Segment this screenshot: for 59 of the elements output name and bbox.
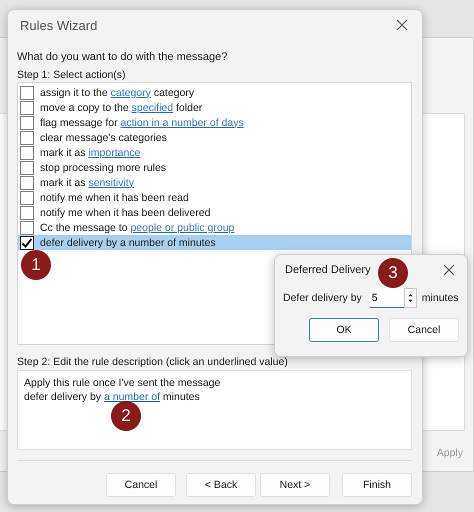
action-item[interactable]: stop processing more rules bbox=[18, 160, 411, 175]
unit-label: minutes bbox=[422, 292, 459, 304]
value-link[interactable]: action in a number of days bbox=[120, 116, 244, 128]
dialog-button[interactable]: Finish bbox=[342, 473, 412, 497]
value-link[interactable]: category bbox=[110, 86, 151, 98]
checkbox[interactable] bbox=[20, 116, 34, 130]
action-item[interactable]: Cc the message to people or public group bbox=[18, 220, 411, 235]
action-item[interactable]: flag message for action in a number of days bbox=[18, 115, 411, 130]
checkbox[interactable] bbox=[20, 220, 34, 234]
value-link[interactable]: a number of bbox=[104, 390, 160, 402]
minutes-field[interactable]: 5 bbox=[370, 288, 404, 308]
action-text: notify me when it has been read bbox=[40, 192, 189, 204]
action-text: notify me when it has been delivered bbox=[40, 206, 210, 218]
value-link[interactable]: people or public group bbox=[130, 222, 234, 234]
checkbox[interactable] bbox=[20, 176, 34, 190]
action-text: flag message for action in a number of days bbox=[40, 116, 244, 128]
action-item[interactable]: assign it to the category category bbox=[18, 85, 411, 100]
action-item[interactable]: mark it as importance bbox=[18, 145, 411, 160]
step-label: Step 1: Select action(s) bbox=[17, 69, 127, 81]
checkbox[interactable] bbox=[20, 146, 34, 160]
action-item[interactable]: clear message's categories bbox=[18, 130, 411, 145]
action-item[interactable]: move a copy to the specified folder bbox=[18, 100, 411, 115]
value-link[interactable]: importance bbox=[88, 146, 140, 158]
checkbox[interactable] bbox=[20, 130, 34, 144]
action-item[interactable]: notify me when it has been read bbox=[18, 190, 411, 205]
close-icon[interactable] bbox=[443, 264, 455, 276]
action-item[interactable]: mark it as sensitivity bbox=[18, 175, 411, 190]
action-item[interactable]: notify me when it has been delivered bbox=[18, 205, 411, 220]
window-title: Rules Wizard bbox=[20, 18, 98, 32]
close-icon[interactable] bbox=[396, 19, 408, 31]
action-text: move a copy to the specified folder bbox=[40, 102, 202, 114]
action-text: assign it to the category category bbox=[40, 86, 194, 98]
action-text: mark it as sensitivity bbox=[40, 176, 134, 188]
dialog-button[interactable]: Cancel bbox=[106, 473, 176, 497]
action-item[interactable]: defer delivery by a number of minutes bbox=[18, 235, 411, 250]
action-text: clear message's categories bbox=[40, 132, 167, 144]
checkbox[interactable] bbox=[20, 206, 34, 220]
question-text: What do you want to do with the message? bbox=[17, 51, 228, 63]
action-text: Cc the message to people or public group bbox=[40, 222, 234, 234]
description-line: defer delivery by a number of minutes bbox=[24, 390, 201, 404]
dialog-button[interactable]: OK bbox=[309, 318, 379, 342]
dialog-button[interactable]: Next > bbox=[260, 473, 330, 497]
checkbox[interactable] bbox=[20, 236, 34, 250]
checkbox[interactable] bbox=[20, 160, 34, 174]
description-line: Apply this rule once I've sent the message bbox=[24, 377, 222, 390]
window-title: Deferred Delivery bbox=[285, 264, 371, 276]
value-link[interactable]: specified bbox=[132, 102, 174, 114]
spinner-icon[interactable] bbox=[404, 288, 417, 308]
action-text: stop processing more rules bbox=[40, 162, 166, 174]
dialog-button[interactable]: Cancel bbox=[389, 318, 459, 342]
dialog-button[interactable]: < Back bbox=[186, 473, 256, 497]
value-link[interactable]: sensitivity bbox=[88, 176, 134, 188]
action-text: mark it as importance bbox=[40, 146, 140, 158]
checkbox[interactable] bbox=[20, 190, 34, 204]
action-text: defer delivery by a number of minutes bbox=[40, 236, 216, 248]
checkbox[interactable] bbox=[20, 100, 34, 114]
checkbox[interactable] bbox=[20, 86, 34, 100]
field-label: Defer delivery by bbox=[283, 292, 362, 304]
step-label: Step 2: Edit the rule description (click an underlined value) bbox=[17, 356, 289, 368]
